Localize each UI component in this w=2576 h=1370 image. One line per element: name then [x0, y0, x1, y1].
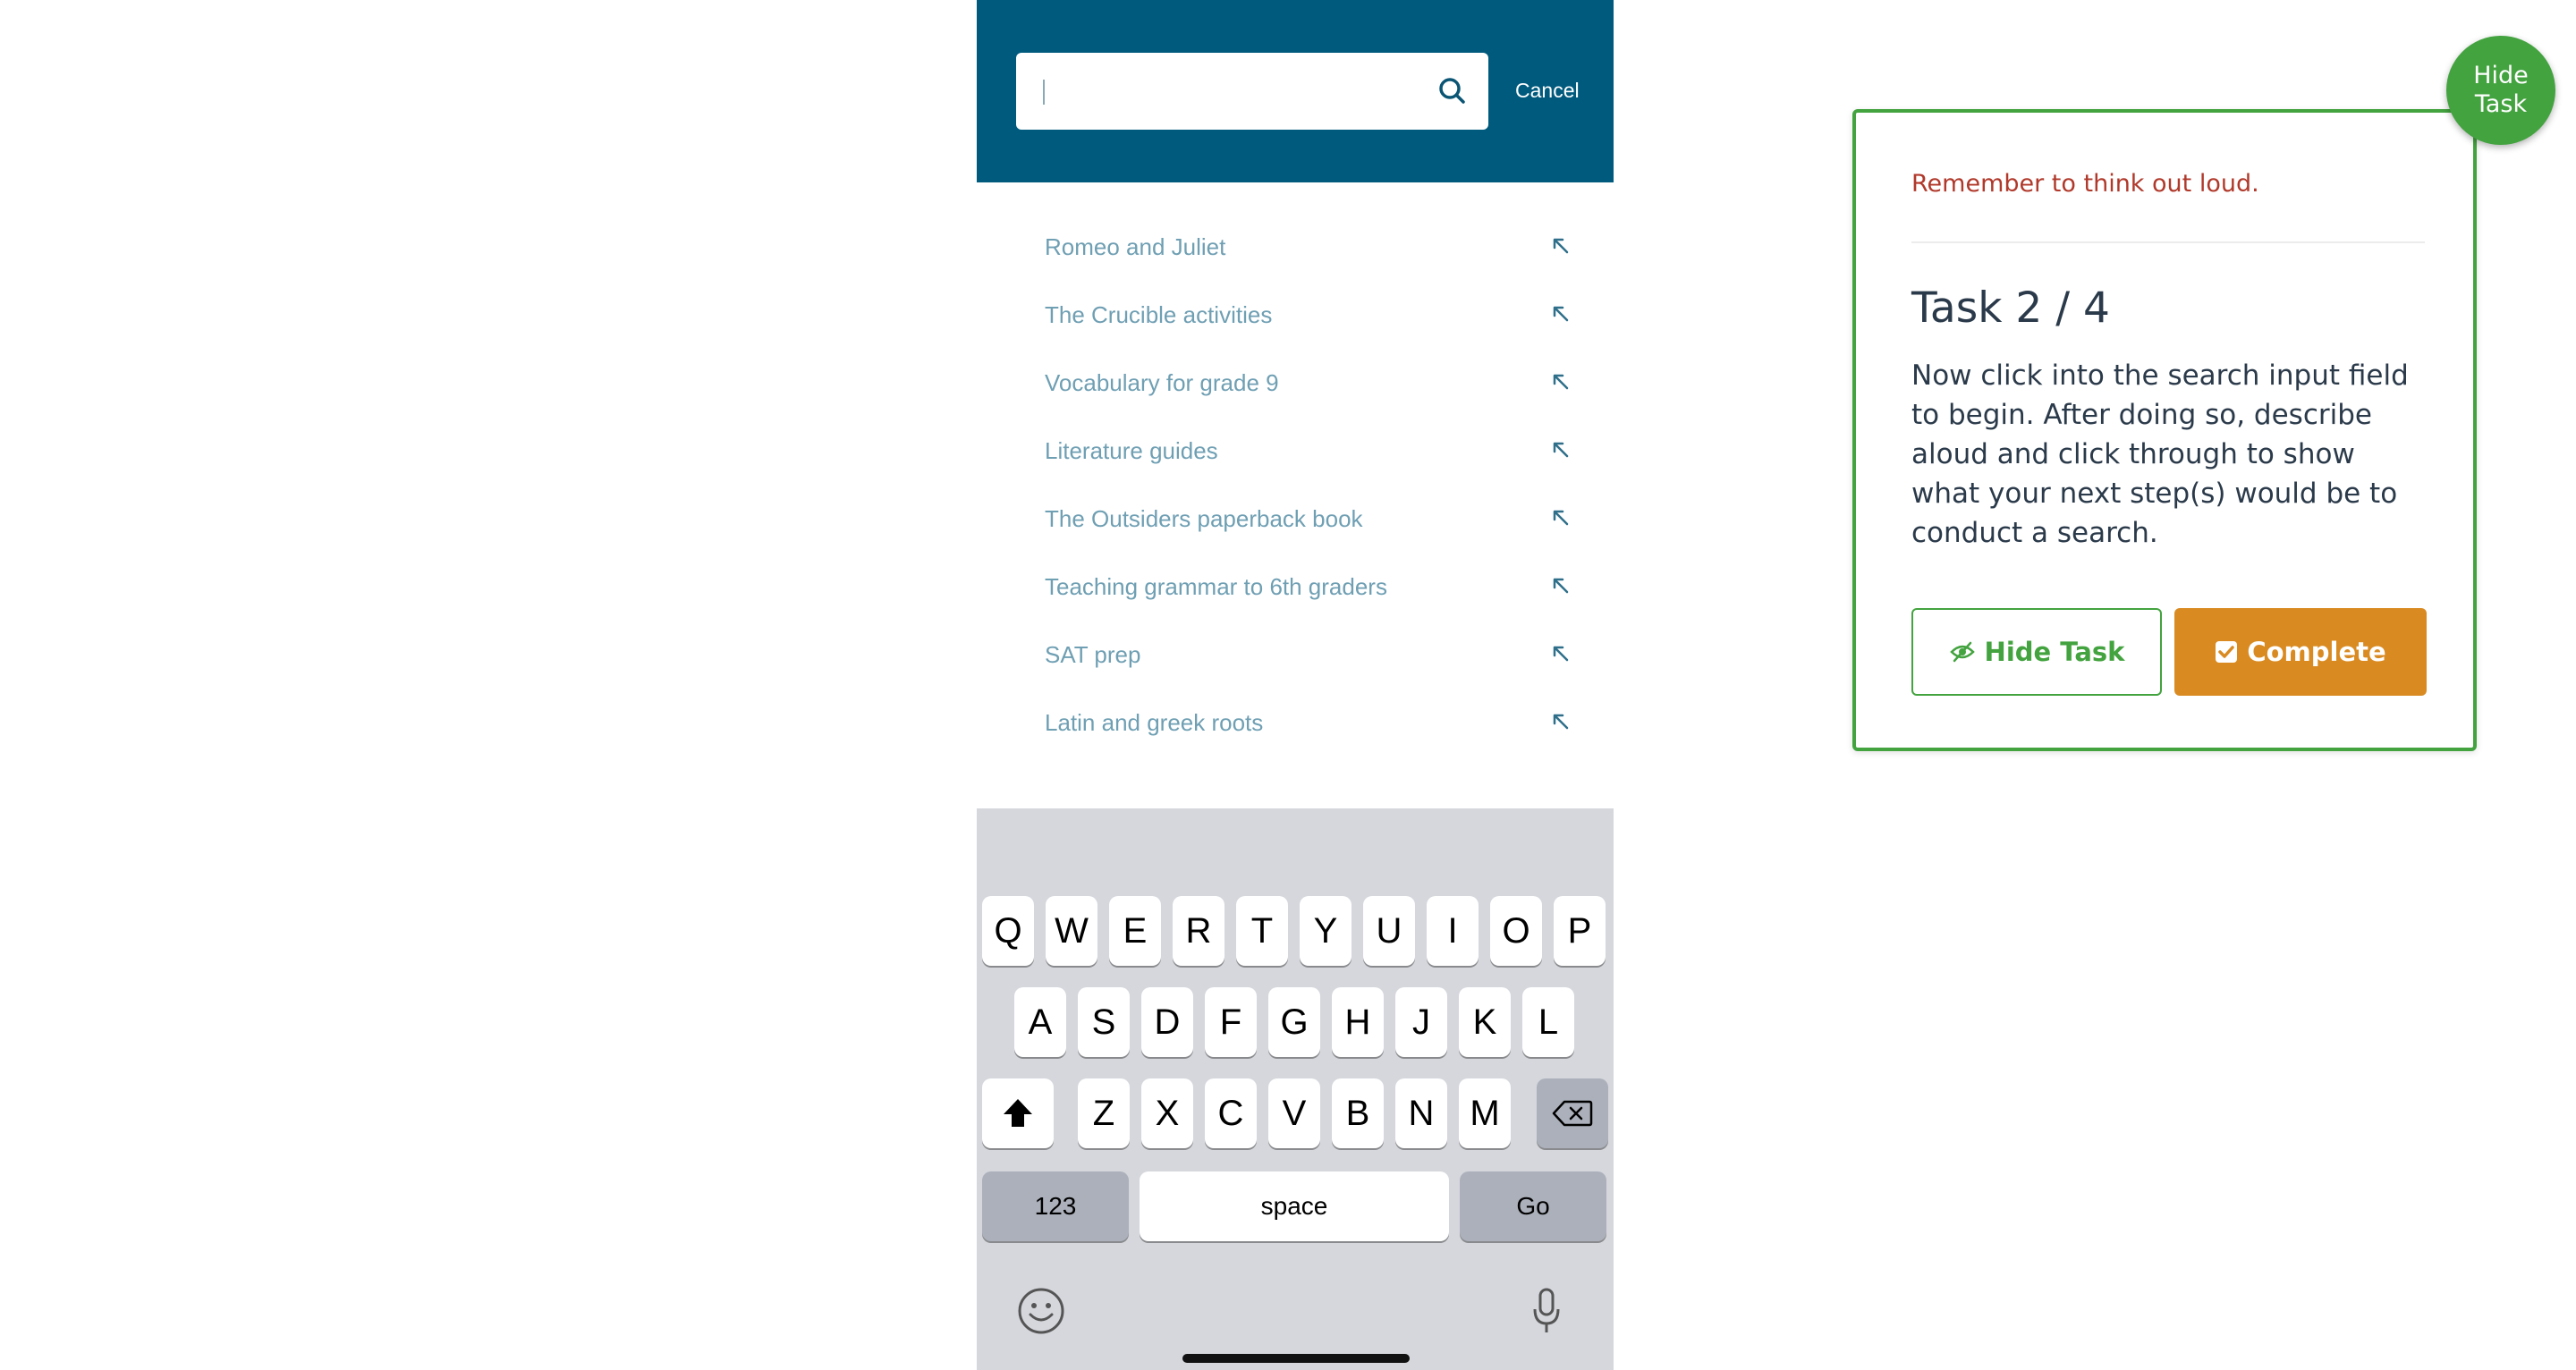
suggestion-label: Latin and greek roots: [1045, 709, 1264, 736]
arrow-up-left-icon[interactable]: [1549, 302, 1572, 326]
hide-task-label: Hide Task: [1984, 637, 2125, 667]
arrow-up-left-icon[interactable]: [1549, 438, 1572, 461]
key-y[interactable]: Y: [1300, 896, 1352, 966]
text-caret: [1043, 80, 1045, 105]
suggestion-label: The Outsiders paperback book: [1045, 505, 1363, 532]
key-t[interactable]: T: [1236, 896, 1288, 966]
shift-key[interactable]: [982, 1078, 1054, 1148]
key-f[interactable]: F: [1205, 987, 1257, 1057]
complete-label: Complete: [2247, 637, 2386, 667]
key-d[interactable]: D: [1141, 987, 1193, 1057]
key-i[interactable]: I: [1427, 896, 1479, 966]
key-n[interactable]: N: [1395, 1078, 1447, 1148]
key-r[interactable]: R: [1173, 896, 1224, 966]
suggestion-label: Romeo and Juliet: [1045, 233, 1226, 260]
backspace-icon: [1552, 1100, 1593, 1127]
complete-button[interactable]: Complete: [2174, 608, 2427, 696]
key-c[interactable]: C: [1205, 1078, 1257, 1148]
search-icon[interactable]: [1436, 75, 1469, 107]
key-v[interactable]: V: [1268, 1078, 1320, 1148]
eye-slash-icon: [1949, 641, 1975, 663]
key-k[interactable]: K: [1459, 987, 1511, 1057]
arrow-up-left-icon[interactable]: [1549, 710, 1572, 733]
key-m[interactable]: M: [1459, 1078, 1511, 1148]
suggestion-label: The Crucible activities: [1045, 301, 1273, 328]
cancel-button[interactable]: Cancel: [1515, 77, 1580, 104]
key-e[interactable]: E: [1109, 896, 1161, 966]
task-panel: Remember to think out loud. Task 2 / 4 N…: [1852, 109, 2477, 751]
key-x[interactable]: X: [1141, 1078, 1193, 1148]
hide-task-float-line2: Task: [2474, 90, 2528, 118]
arrow-up-left-icon[interactable]: [1549, 370, 1572, 393]
shift-arrow-icon: [1004, 1099, 1032, 1127]
suggestion-list: Romeo and Juliet The Crucible activities…: [977, 213, 1614, 757]
suggestion-label: SAT prep: [1045, 641, 1141, 668]
task-description: Now click into the search input field to…: [1911, 359, 2409, 549]
suggestion-label: Vocabulary for grade 9: [1045, 369, 1279, 396]
on-screen-keyboard: Q W E R T Y U I O P A S D F G H J K L Z …: [977, 808, 1614, 1370]
suggestion-label: Teaching grammar to 6th graders: [1045, 573, 1387, 600]
go-key[interactable]: Go: [1460, 1171, 1606, 1241]
microphone-icon[interactable]: [1531, 1286, 1562, 1336]
key-u[interactable]: U: [1363, 896, 1415, 966]
suggestion-item[interactable]: Vocabulary for grade 9: [977, 349, 1614, 417]
suggestion-label: Literature guides: [1045, 437, 1218, 464]
key-g[interactable]: G: [1268, 987, 1320, 1057]
key-o[interactable]: O: [1490, 896, 1542, 966]
search-header: Cancel: [977, 0, 1614, 182]
suggestion-item[interactable]: Latin and greek roots: [977, 689, 1614, 757]
suggestion-item[interactable]: Literature guides: [977, 417, 1614, 485]
key-q[interactable]: Q: [982, 896, 1034, 966]
backspace-key[interactable]: [1537, 1078, 1608, 1148]
task-title: Task 2 / 4: [1911, 283, 2110, 333]
key-h[interactable]: H: [1332, 987, 1384, 1057]
checkbox-icon: [2216, 641, 2238, 663]
key-a[interactable]: A: [1014, 987, 1066, 1057]
search-input[interactable]: [1016, 53, 1488, 130]
numbers-key[interactable]: 123: [982, 1171, 1129, 1241]
suggestion-item[interactable]: Romeo and Juliet: [977, 213, 1614, 281]
suggestion-item[interactable]: SAT prep: [977, 621, 1614, 689]
arrow-up-left-icon[interactable]: [1549, 574, 1572, 597]
key-w[interactable]: W: [1046, 896, 1097, 966]
arrow-up-left-icon[interactable]: [1549, 506, 1572, 529]
suggestion-item[interactable]: Teaching grammar to 6th graders: [977, 553, 1614, 621]
hide-task-button[interactable]: Hide Task: [1911, 608, 2162, 696]
think-aloud-reminder: Remember to think out loud.: [1911, 170, 2259, 198]
key-b[interactable]: B: [1332, 1078, 1384, 1148]
home-indicator: [1182, 1354, 1410, 1363]
phone-screen: Cancel Romeo and Juliet The Crucible act…: [977, 0, 1614, 1370]
key-l[interactable]: L: [1522, 987, 1574, 1057]
hide-task-float-button[interactable]: Hide Task: [2446, 36, 2555, 145]
space-key[interactable]: space: [1140, 1171, 1449, 1241]
key-p[interactable]: P: [1554, 896, 1606, 966]
suggestion-item[interactable]: The Outsiders paperback book: [977, 485, 1614, 553]
arrow-up-left-icon[interactable]: [1549, 642, 1572, 665]
key-z[interactable]: Z: [1078, 1078, 1130, 1148]
key-j[interactable]: J: [1395, 987, 1447, 1057]
hide-task-float-line1: Hide: [2473, 62, 2529, 89]
emoji-icon[interactable]: [1016, 1286, 1066, 1336]
divider: [1911, 241, 2425, 243]
suggestion-item[interactable]: The Crucible activities: [977, 281, 1614, 349]
key-s[interactable]: S: [1078, 987, 1130, 1057]
arrow-up-left-icon[interactable]: [1549, 234, 1572, 258]
